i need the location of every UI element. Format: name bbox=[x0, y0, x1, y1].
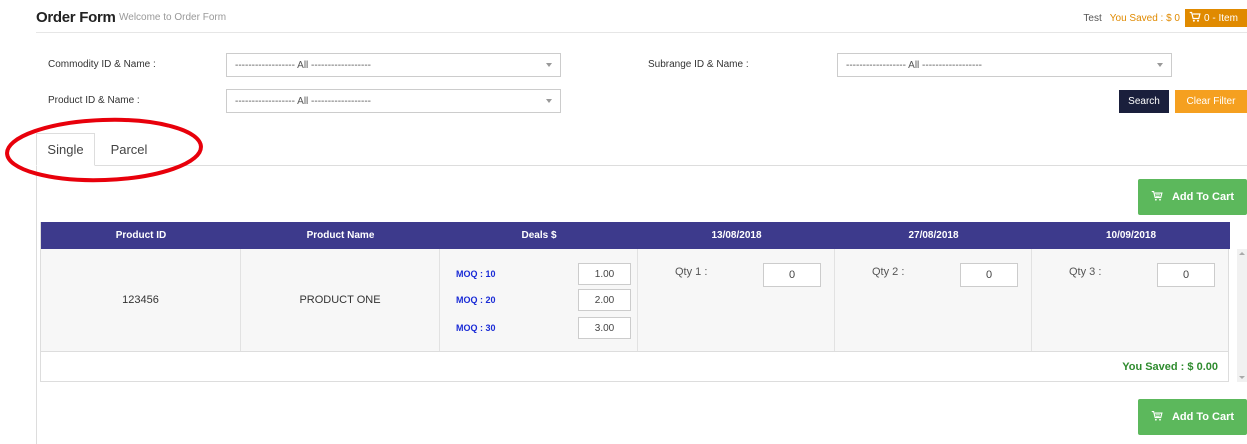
page-header: Order Form Welcome to Order Form Test Yo… bbox=[0, 0, 1247, 32]
chevron-down-icon bbox=[1157, 63, 1163, 67]
deal-tier: MOQ : 30 3.00 bbox=[456, 317, 632, 339]
column-header-product-name: Product Name bbox=[306, 230, 375, 241]
cart-icon bbox=[1151, 410, 1163, 425]
clear-filter-button[interactable]: Clear Filter bbox=[1175, 90, 1247, 113]
table-scrollbar[interactable] bbox=[1237, 249, 1247, 382]
tabs-divider bbox=[36, 165, 1247, 166]
column-header-date-3: 10/09/2018 bbox=[1105, 230, 1157, 241]
user-name[interactable]: Test bbox=[1083, 13, 1101, 24]
product-label: Product ID & Name : bbox=[48, 95, 140, 106]
search-button[interactable]: Search bbox=[1119, 90, 1169, 113]
page-subtitle: Welcome to Order Form bbox=[119, 12, 227, 23]
scroll-up-icon[interactable] bbox=[1239, 252, 1245, 255]
cart-button[interactable]: 0 - Item bbox=[1185, 9, 1247, 27]
moq-label: MOQ : 30 bbox=[456, 323, 496, 333]
tab-parcel[interactable]: Parcel bbox=[95, 133, 163, 166]
page-title: Order Form bbox=[36, 9, 116, 26]
product-name-cell: PRODUCT ONE bbox=[241, 249, 440, 351]
column-header-product-id: Product ID bbox=[115, 230, 167, 241]
deal-price-field[interactable]: 3.00 bbox=[578, 317, 631, 339]
tab-single[interactable]: Single bbox=[36, 133, 95, 166]
qty-3-label: Qty 3 : bbox=[1069, 266, 1102, 278]
cart-icon bbox=[1151, 190, 1163, 205]
product-select-value: ------------------ All -----------------… bbox=[235, 95, 372, 107]
qty-3-cell: Qty 3 : 0 bbox=[1032, 249, 1228, 351]
cart-count: 0 - Item bbox=[1204, 12, 1238, 24]
deals-cell: MOQ : 10 1.00 MOQ : 20 2.00 MOQ : 30 3.0… bbox=[440, 249, 638, 351]
qty-1-input[interactable]: 0 bbox=[763, 263, 821, 287]
add-to-cart-button-top[interactable]: Add To Cart bbox=[1138, 179, 1247, 215]
subrange-select[interactable]: ------------------ All -----------------… bbox=[837, 53, 1172, 77]
table-row: 123456 PRODUCT ONE MOQ : 10 1.00 MOQ : 2… bbox=[41, 249, 1228, 352]
qty-3-input[interactable]: 0 bbox=[1157, 263, 1215, 287]
product-id-cell: 123456 bbox=[41, 249, 241, 351]
qty-1-label: Qty 1 : bbox=[675, 266, 708, 278]
product-select[interactable]: ------------------ All -----------------… bbox=[226, 89, 561, 113]
qty-2-label: Qty 2 : bbox=[872, 266, 905, 278]
add-to-cart-button-bottom[interactable]: Add To Cart bbox=[1138, 399, 1247, 435]
column-header-date-1: 13/08/2018 bbox=[711, 230, 762, 241]
qty-2-cell: Qty 2 : 0 bbox=[835, 249, 1032, 351]
moq-label: MOQ : 10 bbox=[456, 269, 496, 279]
row-saved-amount: You Saved : $ 0.00 bbox=[1122, 361, 1218, 373]
cart-icon bbox=[1189, 11, 1201, 26]
commodity-select[interactable]: ------------------ All -----------------… bbox=[226, 53, 561, 77]
chevron-down-icon bbox=[546, 63, 552, 67]
deal-tier: MOQ : 10 1.00 bbox=[456, 263, 632, 285]
order-table: Product ID Product Name Deals $ 13/08/20… bbox=[40, 222, 1230, 382]
deal-price-field[interactable]: 1.00 bbox=[578, 263, 631, 285]
commodity-label: Commodity ID & Name : bbox=[48, 59, 156, 70]
subrange-select-value: ------------------ All -----------------… bbox=[846, 59, 983, 71]
header-divider bbox=[36, 32, 1247, 33]
content-border bbox=[36, 166, 37, 444]
qty-2-input[interactable]: 0 bbox=[960, 263, 1018, 287]
chevron-down-icon bbox=[546, 99, 552, 103]
add-to-cart-label: Add To Cart bbox=[1171, 411, 1235, 423]
qty-1-cell: Qty 1 : 0 bbox=[638, 249, 835, 351]
deal-price-field[interactable]: 2.00 bbox=[578, 289, 631, 311]
subrange-label: Subrange ID & Name : bbox=[648, 59, 749, 70]
add-to-cart-label: Add To Cart bbox=[1171, 191, 1235, 203]
deal-tier: MOQ : 20 2.00 bbox=[456, 289, 632, 311]
moq-label: MOQ : 20 bbox=[456, 295, 496, 305]
header-saved-amount: You Saved : $ 0 bbox=[1109, 12, 1180, 24]
commodity-select-value: ------------------ All -----------------… bbox=[235, 59, 372, 71]
column-header-deals: Deals $ bbox=[521, 230, 557, 241]
scroll-down-icon[interactable] bbox=[1239, 376, 1245, 379]
column-header-date-2: 27/08/2018 bbox=[908, 230, 959, 241]
table-header: Product ID Product Name Deals $ 13/08/20… bbox=[41, 222, 1230, 249]
header-right: Test You Saved : $ 0 0 - Item bbox=[1083, 9, 1247, 27]
